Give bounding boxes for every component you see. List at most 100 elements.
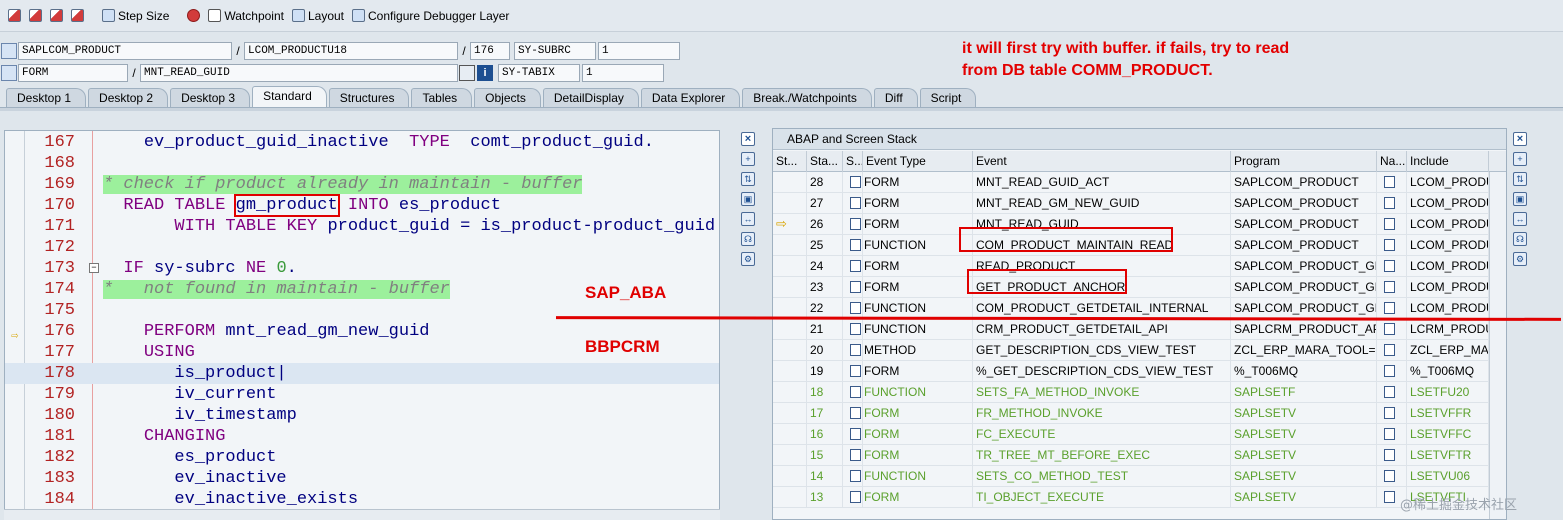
navigate-icon[interactable] (1384, 260, 1395, 272)
variable1-name-field[interactable]: SY-SUBRC (514, 42, 596, 60)
navigate-icon[interactable] (1384, 470, 1395, 482)
stack-row[interactable]: 21 FUNCTION CRM_PRODUCT_GETDETAIL_API SAPLC… (773, 319, 1506, 340)
resize-stack-tool-icon[interactable]: ↔ (1513, 212, 1527, 226)
settings-stack-tool-icon[interactable]: ⚙ (1513, 252, 1527, 266)
tab-structures[interactable]: Structures (328, 88, 410, 108)
return-button[interactable] (46, 4, 67, 28)
code-line[interactable]: 179 iv_current (5, 384, 719, 405)
navigate-icon[interactable] (1384, 218, 1395, 230)
watchpoint-button[interactable]: Watchpoint (204, 4, 288, 28)
event-field[interactable]: MNT_READ_GUID (140, 64, 458, 82)
maximize-tool-icon[interactable]: ▣ (741, 192, 755, 206)
stack-row[interactable]: 17 FORM FR_METHOD_INVOKE SAPLSETV LSETVFFR (773, 403, 1506, 424)
close-tool-icon[interactable]: × (741, 132, 755, 146)
column-header[interactable]: Program (1231, 151, 1377, 172)
code-line[interactable]: 172 (5, 237, 719, 258)
tab-desktop-2[interactable]: Desktop 2 (88, 88, 169, 108)
maximize-stack-tool-icon[interactable]: ▣ (1513, 192, 1527, 206)
navigate-icon[interactable] (1384, 386, 1395, 398)
navigate-icon[interactable] (1384, 449, 1395, 461)
stack-row[interactable]: 18 FUNCTION SETS_FA_METHOD_INVOKE SAPLSETF L… (773, 382, 1506, 403)
code-line[interactable]: 180 iv_timestamp (5, 405, 719, 426)
stack-row[interactable]: 20 METHOD GET_DESCRIPTION_CDS_VIEW_TEST ZCL… (773, 340, 1506, 361)
navigate-icon[interactable] (1384, 428, 1395, 440)
column-header[interactable]: Event (973, 151, 1231, 172)
variable2-name-field[interactable]: SY-TABIX (498, 64, 580, 82)
tab-standard[interactable]: Standard (252, 86, 327, 108)
include-field[interactable]: LCOM_PRODUCTU18 (244, 42, 458, 60)
info-icon[interactable]: i (477, 65, 493, 81)
tab-diff[interactable]: Diff (873, 88, 918, 108)
navigate-icon[interactable] (1384, 302, 1395, 314)
navigate-icon[interactable] (1384, 281, 1395, 293)
navigate-icon[interactable] (1384, 407, 1395, 419)
code-line[interactable]: 167 ev_product_guid_inactive TYPE comt_p… (5, 132, 719, 153)
tab-tables[interactable]: Tables (411, 88, 473, 108)
detail-icon[interactable] (459, 65, 475, 81)
new-stack-tool-icon[interactable]: + (1513, 152, 1527, 166)
stack-row[interactable]: 27 FORM MNT_READ_GM_NEW_GUID SAPLCOM_PRODUC… (773, 193, 1506, 214)
code-line[interactable]: 170 READ TABLE gm_product INTO es_produc… (5, 194, 719, 217)
single-step-button[interactable] (4, 4, 25, 28)
stack-row[interactable]: 16 FORM FC_EXECUTE SAPLSETV LSETVFFC (773, 424, 1506, 445)
stack-row[interactable]: 19 FORM %_GET_DESCRIPTION_CDS_VIEW_TEST %_T… (773, 361, 1506, 382)
swap-tool-icon[interactable]: ⇅ (741, 172, 755, 186)
code-horizontal-scrollbar[interactable] (4, 509, 720, 520)
code-line[interactable]: 182 es_product (5, 447, 719, 468)
code-line[interactable]: 183 ev_inactive (5, 468, 719, 489)
line-field[interactable]: 176 (470, 42, 510, 60)
settings-tool-icon[interactable]: ⚙ (741, 252, 755, 266)
stack-row[interactable]: 15 FORM TR_TREE_MT_BEFORE_EXEC SAPLSETV LSET… (773, 445, 1506, 466)
code-line[interactable]: 181 CHANGING (5, 426, 719, 447)
navigate-icon[interactable] (1384, 176, 1395, 188)
variable2-value-field[interactable]: 1 (582, 64, 664, 82)
code-line[interactable]: 178 is_product| (5, 363, 719, 384)
variable1-value-field[interactable]: 1 (598, 42, 680, 60)
tab-script[interactable]: Script (919, 88, 977, 108)
tab-objects[interactable]: Objects (474, 88, 541, 108)
configure-layer-button[interactable]: Configure Debugger Layer (348, 4, 513, 28)
stack-row[interactable]: 24 FORM READ_PRODUCT SAPLCOM_PRODUCT_GE... L… (773, 256, 1506, 277)
stack-row[interactable]: 28 FORM MNT_READ_GUID_ACT SAPLCOM_PRODUCT LC… (773, 172, 1506, 193)
execute-button[interactable] (25, 4, 46, 28)
swap-stack-tool-icon[interactable]: ⇅ (1513, 172, 1527, 186)
navigate-icon[interactable] (1384, 197, 1395, 209)
stack-row[interactable]: 23 FORM GET_PRODUCT_ANCHOR SAPLCOM_PRODUCT_… (773, 277, 1506, 298)
navigate-icon[interactable] (1384, 491, 1395, 503)
code-line[interactable]: 168 (5, 153, 719, 174)
navigate-icon[interactable] (1384, 239, 1395, 251)
step-size-button[interactable]: Step Size (98, 4, 173, 28)
column-header[interactable]: S... (843, 151, 863, 172)
navigate-icon[interactable] (1384, 365, 1395, 377)
services-stack-tool-icon[interactable]: ☊ (1513, 232, 1527, 246)
column-header[interactable]: Include (1407, 151, 1489, 172)
stop-button[interactable] (183, 4, 204, 28)
tab-break-watchpoints[interactable]: Break./Watchpoints (742, 88, 872, 108)
fold-toggle-icon[interactable]: − (89, 263, 99, 273)
event-type-field[interactable]: FORM (18, 64, 128, 82)
stack-row[interactable]: 13 FORM TI_OBJECT_EXECUTE SAPLSETV LSETVFTI (773, 487, 1506, 508)
layout-button[interactable]: Layout (288, 4, 348, 28)
source-code-panel[interactable]: 167 ev_product_guid_inactive TYPE comt_p… (4, 130, 720, 520)
column-header[interactable]: Sta... (807, 151, 843, 172)
tab-desktop-3[interactable]: Desktop 3 (170, 88, 251, 108)
navigate-icon[interactable] (1384, 323, 1395, 335)
close-stack-tool-icon[interactable]: × (1513, 132, 1527, 146)
code-line[interactable]: 173 IF sy-subrc NE 0. − (5, 258, 719, 279)
tab-data-explorer[interactable]: Data Explorer (640, 88, 741, 108)
stack-vertical-scrollbar[interactable] (1489, 172, 1506, 519)
tab-detaildisplay[interactable]: DetailDisplay (542, 88, 639, 108)
resize-tool-icon[interactable]: ↔ (741, 212, 755, 226)
new-tool-icon[interactable]: + (741, 152, 755, 166)
navigate-icon[interactable] (1384, 344, 1395, 356)
code-line[interactable]: 184 ev_inactive_exists (5, 489, 719, 510)
column-header[interactable]: Na... (1377, 151, 1407, 172)
program-field[interactable]: SAPLCOM_PRODUCT (18, 42, 232, 60)
code-line[interactable]: 169 * check if product already in maintai… (5, 174, 719, 195)
continue-button[interactable] (67, 4, 88, 28)
stack-row[interactable]: 14 FUNCTION SETS_CO_METHOD_TEST SAPLSETV LSE… (773, 466, 1506, 487)
code-line[interactable]: 171 WITH TABLE KEY product_guid = is_pro… (5, 216, 719, 237)
tab-desktop-1[interactable]: Desktop 1 (6, 88, 87, 108)
column-header[interactable]: St... (773, 151, 807, 172)
services-tool-icon[interactable]: ☊ (741, 232, 755, 246)
